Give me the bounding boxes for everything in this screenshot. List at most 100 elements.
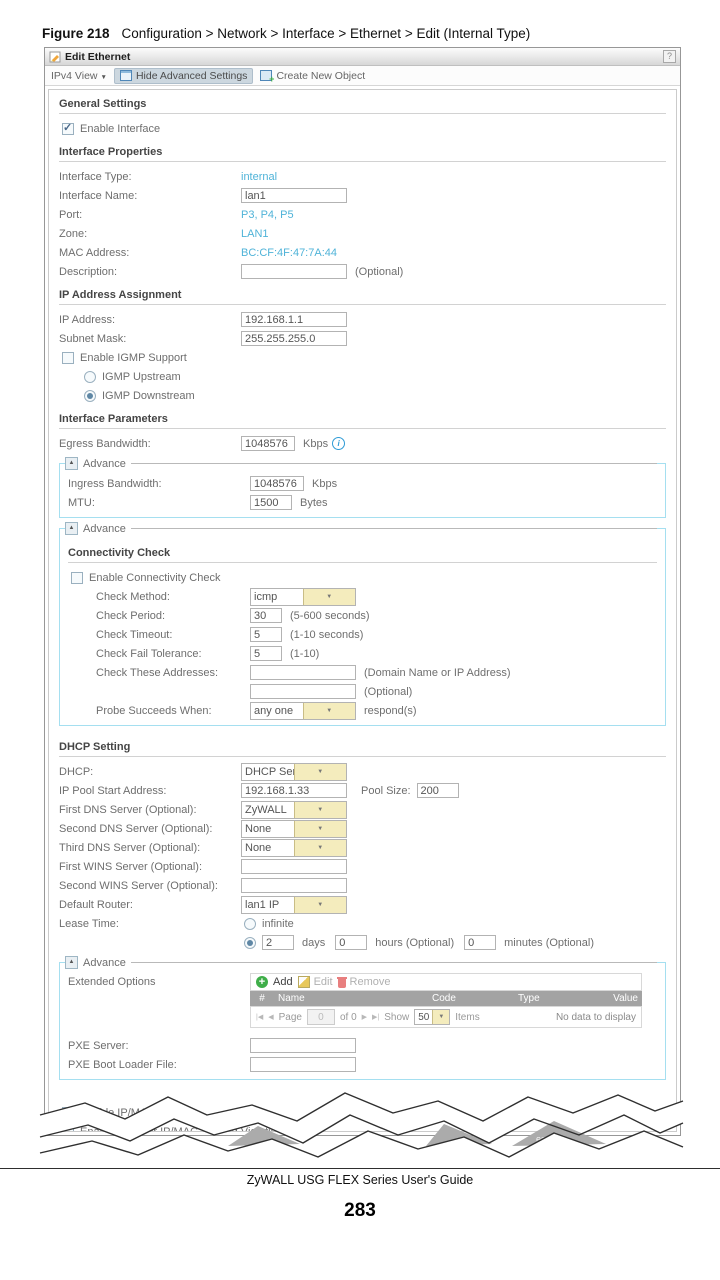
interface-name-input[interactable] (241, 188, 347, 203)
check-method-select[interactable]: icmp (250, 587, 356, 606)
enable-ipmac-binding-checkbox[interactable] (62, 1106, 74, 1119)
advance-label: Advance (83, 522, 126, 535)
pool-start-input[interactable] (241, 783, 347, 798)
first-dns-value: ZyWALL (245, 803, 287, 816)
second-wins-label: Second WINS Server (Optional): (59, 879, 218, 892)
remove-button[interactable]: Remove (336, 976, 391, 988)
add-icon[interactable] (256, 976, 268, 988)
footer-divider (0, 1168, 720, 1169)
items-label: Items (455, 1011, 480, 1023)
first-dns-label: First DNS Server (Optional): (59, 803, 197, 816)
enable-connectivity-check-checkbox[interactable] (71, 571, 83, 584)
description-hint: (Optional) (355, 265, 404, 278)
collapse-advance-button[interactable] (65, 522, 78, 535)
check-fail-tolerance-input[interactable] (250, 646, 282, 661)
igmp-upstream-radio[interactable] (84, 370, 96, 383)
pxe-boot-input[interactable] (250, 1057, 356, 1072)
second-dns-select[interactable]: None (241, 819, 347, 838)
enable-igmp-checkbox[interactable] (62, 351, 74, 364)
enable-interface-checkbox[interactable] (62, 121, 74, 135)
enable-ipmac-logs-checkbox[interactable] (62, 1125, 74, 1131)
ingress-bandwidth-label: Ingress Bandwidth: (68, 477, 162, 490)
check-addresses2-input[interactable] (250, 684, 356, 699)
ingress-bandwidth-input[interactable] (250, 476, 304, 491)
description-input[interactable] (241, 264, 347, 279)
help-button[interactable]: ? (663, 50, 676, 63)
igmp-downstream-radio[interactable] (84, 389, 96, 402)
enable-ipmac-logs-label: Enable Logs for IP/MAC Binding Violation (80, 1125, 283, 1132)
default-router-label: Default Router: (59, 898, 133, 911)
info-icon[interactable]: i (332, 437, 346, 450)
check-addresses2-hint: (Optional) (364, 685, 413, 698)
check-fail-tolerance-label: Check Fail Tolerance: (96, 647, 202, 660)
edit-button[interactable]: Edit (297, 976, 333, 988)
page-size-select[interactable]: 50 (414, 1009, 451, 1025)
probe-succeeds-select[interactable]: any one (250, 701, 356, 720)
pxe-server-input[interactable] (250, 1038, 356, 1053)
page-of-label: of 0 (339, 1011, 357, 1023)
egress-bandwidth-label: Egress Bandwidth: (59, 437, 151, 450)
check-period-hint: (5-600 seconds) (290, 609, 370, 622)
section-interface-properties: Interface Properties (59, 138, 666, 162)
page-number: 283 (344, 1200, 376, 1221)
add-button-label[interactable]: Add (273, 976, 293, 988)
pxe-server-label: PXE Server: (68, 1039, 129, 1052)
check-fail-tolerance-hint: (1-10) (290, 647, 320, 660)
lease-duration-radio[interactable] (244, 936, 256, 949)
egress-bandwidth-input[interactable] (241, 436, 295, 451)
third-dns-select[interactable]: None (241, 838, 347, 857)
ipv4-view-label: IPv4 View (51, 69, 98, 82)
advance-label: Advance (83, 956, 126, 969)
lease-infinite-label: infinite (262, 917, 294, 930)
check-period-input[interactable] (250, 608, 282, 623)
check-addresses-input[interactable] (250, 665, 356, 680)
dialog-content: General Settings Enable Interface Interf… (48, 89, 677, 1132)
hide-advanced-settings-button[interactable]: Hide Advanced Settings (113, 67, 254, 84)
table-header-row: # Name Code Type Value (250, 991, 642, 1006)
section-dhcp-setting: DHCP Setting (59, 733, 666, 757)
create-new-object-button[interactable]: Create New Object (260, 70, 365, 84)
dropdown-arrow-icon (293, 839, 346, 856)
lease-hours-input[interactable] (335, 935, 368, 950)
page-number-input[interactable] (306, 1009, 335, 1025)
remove-button-label: Remove (349, 976, 391, 988)
figure-number: Figure 218 (42, 26, 110, 41)
collapse-advance-button[interactable] (65, 956, 78, 969)
advance-label: Advance (83, 457, 126, 470)
next-page-button[interactable] (362, 1013, 367, 1021)
lease-infinite-radio[interactable] (244, 917, 256, 930)
first-wins-input[interactable] (241, 859, 347, 874)
first-page-button[interactable] (256, 1013, 263, 1021)
col-type: Type (518, 993, 540, 1004)
mtu-input[interactable] (250, 495, 292, 510)
lease-minutes-label: minutes (Optional) (504, 936, 594, 949)
igmp-downstream-label: IGMP Downstream (102, 389, 195, 402)
second-wins-input[interactable] (241, 878, 347, 893)
dropdown-arrow-icon (302, 702, 355, 719)
table-toolbar: Add Edit Remove (250, 973, 642, 991)
subnet-mask-input[interactable] (241, 331, 347, 346)
lease-minutes-input[interactable] (464, 935, 497, 950)
dhcp-value: DHCP Server (245, 765, 294, 778)
section-interface-parameters: Interface Parameters (59, 405, 666, 429)
lease-days-input[interactable] (262, 935, 294, 950)
first-dns-select[interactable]: ZyWALL (241, 800, 347, 819)
hide-advanced-settings-label: Hide Advanced Settings (135, 69, 248, 82)
show-label: Show (384, 1011, 410, 1023)
port-label: Port: (59, 208, 83, 221)
pool-size-input[interactable] (416, 783, 459, 798)
dropdown-arrow-icon (293, 896, 346, 913)
ip-address-input[interactable] (241, 312, 347, 327)
check-timeout-input[interactable] (250, 627, 282, 642)
col-code: Code (432, 993, 456, 1004)
prev-page-button[interactable] (268, 1013, 273, 1021)
dhcp-select[interactable]: DHCP Server (241, 762, 347, 781)
lease-time-label: Lease Time: (59, 917, 119, 930)
default-router-value: lan1 IP (245, 898, 280, 911)
trash-icon (336, 976, 347, 988)
probe-succeeds-label: Probe Succeeds When: (96, 704, 212, 717)
collapse-advance-button[interactable] (65, 457, 78, 470)
ipv4-view-button[interactable]: IPv4 View (51, 70, 107, 82)
default-router-select[interactable]: lan1 IP (241, 895, 347, 914)
last-page-button[interactable] (372, 1013, 379, 1021)
